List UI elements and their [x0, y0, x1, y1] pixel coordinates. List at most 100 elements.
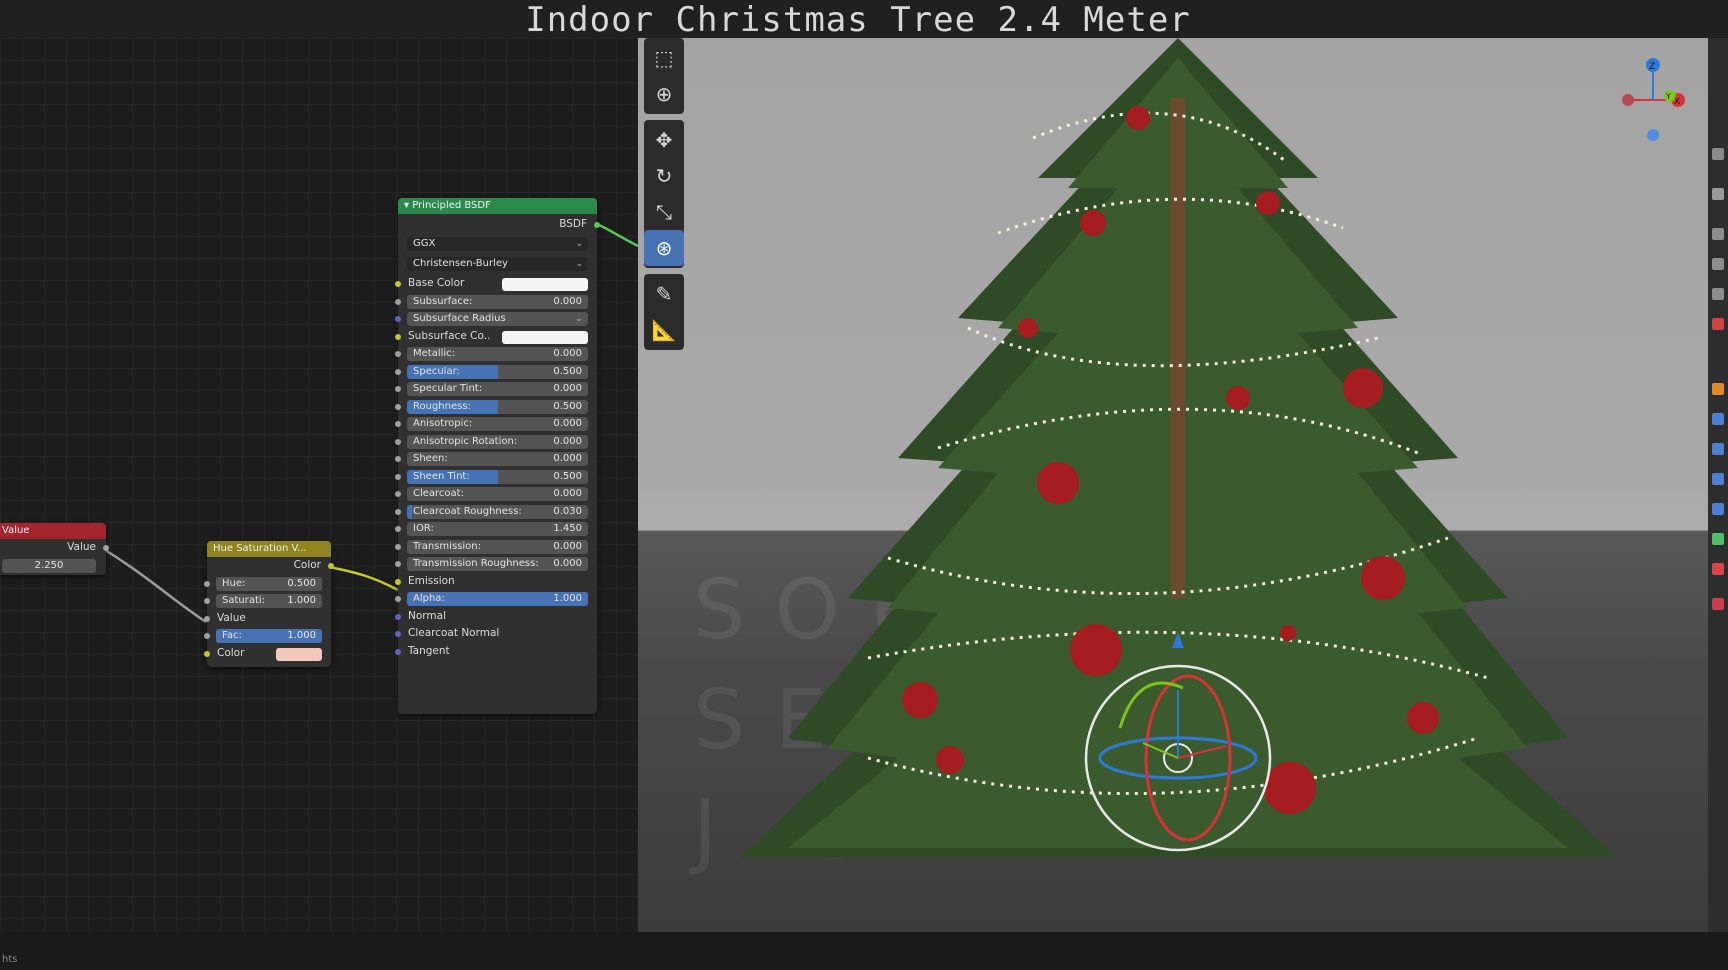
bsdf-output-socket[interactable] — [594, 222, 600, 228]
bsdf-param-socket[interactable] — [395, 526, 401, 532]
subsurface-radius-dropdown[interactable]: Subsurface Radius ⌄ — [407, 312, 588, 326]
saturation-input-socket[interactable] — [204, 598, 210, 604]
bsdf-param-socket[interactable] — [395, 456, 401, 462]
tool-tab-icon[interactable] — [1712, 148, 1724, 160]
bsdf-param-socket[interactable] — [395, 298, 401, 305]
bsdf-param-field[interactable]: Clearcoat Roughness: 0.030 — [407, 504, 588, 519]
value-output-socket[interactable] — [103, 545, 109, 551]
hue-node-header[interactable]: Hue Saturation V... — [207, 541, 331, 557]
axis-z-label: Z — [1649, 62, 1655, 72]
bsdf-param-socket[interactable] — [395, 491, 401, 497]
physics-tab-icon[interactable] — [1712, 473, 1724, 485]
shader-node-editor[interactable]: Value Value 2.250 Hue Saturation V... Co… — [0, 38, 638, 932]
value-field[interactable]: 2.250 — [2, 558, 96, 573]
bsdf-param-field[interactable]: Anisotropic: 0.000 — [407, 417, 588, 431]
measure-icon[interactable]: 📐 — [644, 312, 684, 348]
base-color-socket[interactable] — [395, 281, 401, 287]
bsdf-output-label: BSDF — [559, 218, 587, 230]
emission-label: Emission — [408, 574, 455, 587]
bsdf-param-field[interactable]: Specular: 0.500 — [407, 364, 588, 379]
hue-field[interactable]: Hue: 0.500 — [216, 576, 322, 591]
texture-tab-icon[interactable] — [1712, 598, 1724, 610]
saturation-field[interactable]: Saturati: 1.000 — [216, 594, 322, 608]
tangent-socket[interactable] — [395, 648, 401, 655]
transform-icon[interactable]: ⊛ — [644, 230, 684, 266]
bsdf-param-row: Clearcoat Roughness: 0.030 — [395, 503, 597, 521]
bsdf-collapse-icon[interactable]: ▾ — [404, 200, 412, 211]
3d-viewport[interactable]: SOF SER J C — [638, 38, 1708, 932]
select-box-icon[interactable]: ⬚ — [644, 40, 684, 76]
bsdf-param-field[interactable]: IOR: 1.450 — [407, 522, 588, 536]
rotate-icon[interactable]: ↻ — [644, 158, 684, 194]
bsdf-param-row: Transmission: 0.000 — [395, 538, 597, 556]
particles-tab-icon[interactable] — [1712, 443, 1724, 455]
bsdf-node-header[interactable]: ▾ Principled BSDF — [398, 198, 597, 214]
fac-input-socket[interactable] — [204, 633, 210, 639]
hue-input-socket[interactable] — [204, 580, 210, 587]
hsv-color-swatch[interactable] — [276, 647, 322, 661]
bsdf-param-field[interactable]: Roughness: 0.500 — [407, 399, 588, 414]
bsdf-param-socket[interactable] — [395, 596, 401, 602]
subsurface-color-swatch[interactable] — [502, 330, 588, 344]
view-layer-tab-icon[interactable] — [1712, 258, 1724, 270]
emission-socket[interactable] — [395, 578, 401, 585]
hue-saturation-node[interactable]: Hue Saturation V... Color Hue: 0.500 Sat… — [204, 541, 334, 667]
chevron-down-icon: ⌄ — [575, 314, 583, 324]
bsdf-param-socket[interactable] — [395, 508, 401, 515]
subsurface-radius-socket[interactable] — [395, 316, 401, 322]
subsurface-method-dropdown[interactable]: Christensen-Burley ⌄ — [407, 257, 588, 271]
scale-icon[interactable]: ⤡ — [644, 194, 684, 230]
render-tab-icon[interactable] — [1712, 188, 1724, 200]
hsv-color-input-socket[interactable] — [204, 650, 210, 657]
bsdf-param-socket[interactable] — [395, 421, 401, 427]
fac-field[interactable]: Fac: 1.000 — [216, 629, 322, 643]
bsdf-param-field[interactable]: Transmission Roughness: 0.000 — [407, 557, 588, 571]
bsdf-param-value: 0.000 — [553, 383, 582, 394]
hue-output-socket[interactable] — [328, 563, 334, 569]
bsdf-param-socket[interactable] — [395, 351, 401, 357]
base-color-swatch[interactable] — [502, 278, 588, 291]
bsdf-param-field[interactable]: Sheen Tint: 0.500 — [407, 469, 588, 484]
normal-socket[interactable] — [395, 613, 401, 620]
bsdf-param-socket[interactable] — [395, 403, 401, 410]
bsdf-param-field[interactable]: Specular Tint: 0.000 — [407, 382, 588, 396]
annotate-icon[interactable]: ✎ — [644, 276, 684, 312]
bsdf-param-field[interactable]: Metallic: 0.000 — [407, 347, 588, 361]
fac-label: Fac: — [222, 630, 242, 641]
clearcoat-normal-socket[interactable] — [395, 631, 401, 637]
value-node[interactable]: Value Value 2.250 — [0, 523, 109, 575]
world-tab-icon[interactable] — [1712, 318, 1724, 330]
distribution-dropdown[interactable]: GGX ⌄ — [407, 237, 588, 251]
material-tab-icon[interactable] — [1712, 563, 1724, 575]
bsdf-param-field[interactable]: Clearcoat: 0.000 — [407, 487, 588, 501]
bsdf-param-field[interactable]: Sheen: 0.000 — [407, 452, 588, 466]
bsdf-param-field[interactable]: Anisotropic Rotation: 0.000 — [407, 434, 588, 449]
modifier-tab-icon[interactable] — [1712, 413, 1724, 425]
bsdf-param-socket[interactable] — [395, 473, 401, 480]
bsdf-param-field[interactable]: Alpha: 1.000 — [407, 592, 588, 606]
cursor-icon[interactable]: ⊕ — [644, 76, 684, 112]
subsurface-color-socket[interactable] — [395, 333, 401, 340]
subsurface-radius-row: Subsurface Radius ⌄ — [395, 310, 597, 328]
object-tab-icon[interactable] — [1712, 383, 1724, 395]
value-node-header[interactable]: Value — [0, 523, 106, 539]
constraints-tab-icon[interactable] — [1712, 503, 1724, 515]
output-tab-icon[interactable] — [1712, 228, 1724, 240]
bsdf-param-value: 0.000 — [553, 488, 582, 499]
bsdf-param-field[interactable]: Transmission: 0.000 — [407, 539, 588, 554]
bsdf-param-socket[interactable] — [395, 438, 401, 445]
bsdf-param-row: Transmission Roughness: 0.000 — [395, 555, 597, 573]
bsdf-param-socket[interactable] — [395, 368, 401, 375]
bsdf-param-socket[interactable] — [395, 386, 401, 392]
bsdf-param-field[interactable]: Subsurface: 0.000 — [407, 294, 588, 309]
scene-tab-icon[interactable] — [1712, 288, 1724, 300]
move-icon[interactable]: ✥ — [644, 122, 684, 158]
base-color-row: Base Color — [395, 275, 597, 293]
bsdf-param-socket[interactable] — [395, 543, 401, 550]
data-tab-icon[interactable] — [1712, 533, 1724, 545]
bsdf-param-label: Metallic: — [413, 348, 456, 359]
axis-navigation-gizmo[interactable]: Z X Y — [1622, 58, 1685, 141]
bsdf-param-socket[interactable] — [395, 561, 401, 567]
principled-bsdf-node[interactable]: ▾ Principled BSDF BSDF GGX ⌄ Christensen… — [395, 198, 600, 714]
hsv-value-input-socket[interactable] — [204, 615, 210, 622]
